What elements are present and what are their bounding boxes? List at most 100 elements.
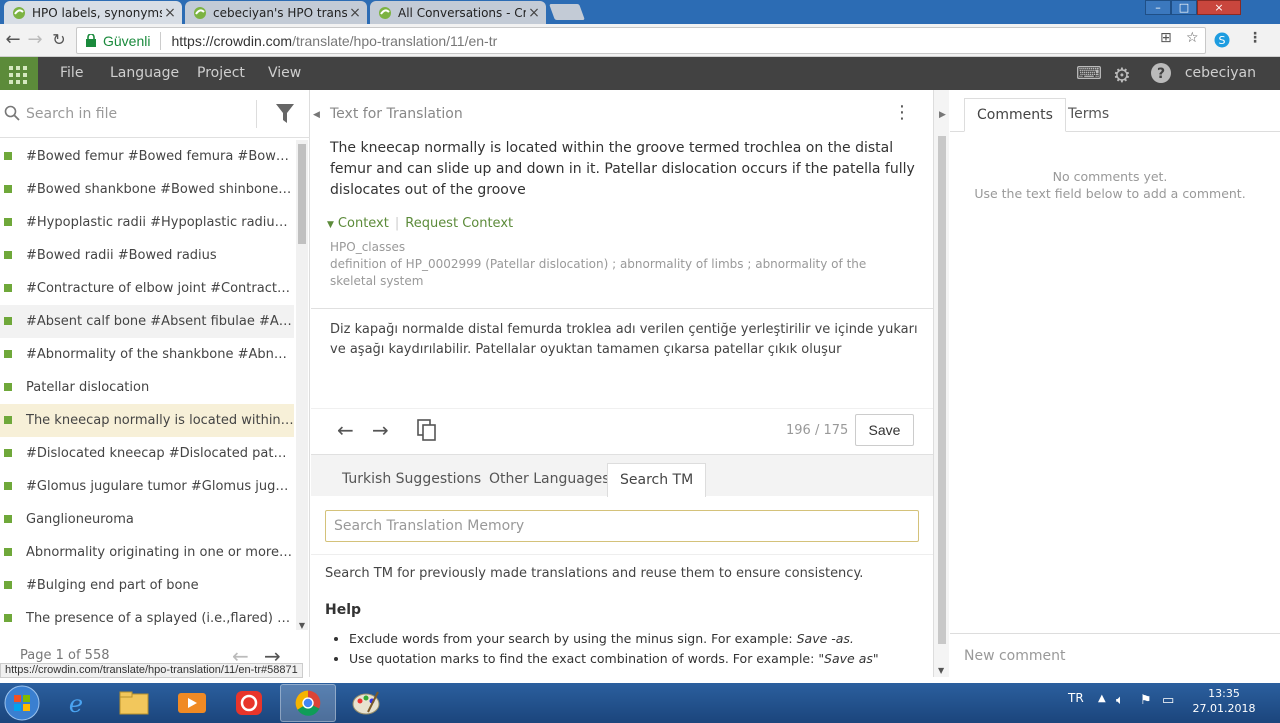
tab-terms[interactable]: Terms xyxy=(1056,98,1121,132)
menu-file[interactable]: File xyxy=(60,65,83,81)
help-icon[interactable]: ? xyxy=(1150,62,1172,89)
strings-scrollbar[interactable]: ▼ xyxy=(296,140,308,630)
string-list-item[interactable]: #Bowed femur #Bowed femura #Bowed fe... xyxy=(0,140,294,173)
source-text: The kneecap normally is located within t… xyxy=(330,140,915,198)
user-name[interactable]: cebeciyan xyxy=(1185,65,1256,81)
browser-menu-icon[interactable]: ⋮ xyxy=(1248,30,1262,46)
apps-grid-icon[interactable] xyxy=(0,57,38,90)
new-comment-input[interactable]: New comment xyxy=(950,633,1280,677)
new-tab-button[interactable] xyxy=(549,4,585,20)
string-list-item[interactable]: #Bowed shankbone #Bowed shinbone #Bo... xyxy=(0,173,294,206)
search-in-file-input[interactable]: Search in file xyxy=(26,106,117,122)
string-text: #Glomus jugulare tumor #Glomus jugulare.… xyxy=(26,479,294,494)
close-window-button[interactable]: × xyxy=(1197,0,1241,15)
menu-project[interactable]: Project xyxy=(197,65,245,81)
close-tab-icon[interactable]: × xyxy=(347,5,363,21)
tm-area: Turkish Suggestions Other Languages Sear… xyxy=(311,454,933,677)
browser-tab-hpo-labels[interactable]: HPO labels, synonyms, a × xyxy=(4,1,182,24)
reload-icon[interactable]: ↻ xyxy=(48,30,70,50)
save-button[interactable]: Save xyxy=(855,414,914,446)
string-list-item[interactable]: The kneecap normally is located within t… xyxy=(0,404,294,437)
previous-string-arrow-icon[interactable]: ← xyxy=(337,418,354,442)
paint-icon[interactable] xyxy=(338,684,394,722)
scroll-down-arrow-icon[interactable]: ▼ xyxy=(938,666,944,675)
copy-source-icon[interactable] xyxy=(417,419,437,446)
context-toggle[interactable]: Context xyxy=(338,216,389,231)
string-list-item[interactable]: #Hypoplastic radii #Hypoplastic radius #… xyxy=(0,206,294,239)
skype-extension-icon[interactable]: S xyxy=(1214,32,1230,48)
string-list-item[interactable]: The presence of a splayed (i.e.,flared) … xyxy=(0,602,294,635)
translation-textarea[interactable]: Diz kapağı normalde distal femurda trokl… xyxy=(330,320,920,360)
tab-other-languages[interactable]: Other Languages xyxy=(477,463,622,497)
crowdin-favicon-icon xyxy=(379,6,391,19)
lock-icon xyxy=(86,34,96,47)
editor-panel: Text for Translation ⋮ The kneecap norma… xyxy=(311,90,933,677)
browser-tab-strip: HPO labels, synonyms, a × cebeciyan's HP… xyxy=(0,0,1280,24)
keyboard-icon[interactable]: ⌨ xyxy=(1076,63,1102,84)
string-text: #Bowed femur #Bowed femura #Bowed fe... xyxy=(26,149,294,164)
scrollbar-thumb[interactable] xyxy=(938,136,946,644)
internet-explorer-icon[interactable]: e xyxy=(48,684,104,722)
more-options-icon[interactable]: ⋮ xyxy=(893,104,911,122)
string-list-item[interactable]: Abnormality originating in one or more m… xyxy=(0,536,294,569)
translated-status-icon xyxy=(4,581,12,589)
help-item-example: "Save as" xyxy=(818,651,879,666)
browser-tab-conversations[interactable]: All Conversations - Crow × xyxy=(370,1,546,24)
string-list-item[interactable]: Ganglioneuroma xyxy=(0,503,294,536)
menu-view[interactable]: View xyxy=(268,65,301,81)
windows-start-icon[interactable] xyxy=(2,683,46,723)
svg-text:?: ? xyxy=(1157,66,1165,82)
string-list-item[interactable]: #Glomus jugulare tumor #Glomus jugulare.… xyxy=(0,470,294,503)
editor-scrollbar[interactable]: ▶ ▼ xyxy=(933,90,949,677)
string-list-item[interactable]: #Dislocated kneecap #Dislocated patellae… xyxy=(0,437,294,470)
collapse-left-panel-icon[interactable]: ◀ xyxy=(313,110,320,120)
gear-icon[interactable]: ⚙ xyxy=(1113,63,1131,87)
close-tab-icon[interactable]: × xyxy=(162,5,178,21)
action-center-flag-icon[interactable]: ⚑ xyxy=(1140,693,1152,708)
request-context-link[interactable]: Request Context xyxy=(405,216,513,231)
volume-icon[interactable]: 🔈︎ xyxy=(1116,693,1124,708)
forward-arrow-icon[interactable]: → xyxy=(24,30,46,50)
string-list-item[interactable]: #Absent calf bone #Absent fibulae #Absen… xyxy=(0,305,294,338)
language-indicator[interactable]: TR xyxy=(1068,691,1084,705)
divider xyxy=(311,408,933,409)
help-item-example: Save -as. xyxy=(796,631,854,646)
messenger-app-icon[interactable] xyxy=(222,684,278,722)
next-string-arrow-icon[interactable]: → xyxy=(372,418,389,442)
media-player-icon[interactable] xyxy=(164,684,220,722)
tray-expand-icon[interactable]: ▲ xyxy=(1098,693,1106,704)
back-arrow-icon[interactable]: ← xyxy=(2,30,24,50)
address-bar[interactable]: Güvenli https://crowdin.com/translate/hp… xyxy=(76,27,1206,54)
caret-down-icon[interactable]: ▼ xyxy=(327,220,334,230)
tab-search-tm[interactable]: Search TM xyxy=(607,463,707,497)
svg-text:e: e xyxy=(69,690,83,718)
filter-icon[interactable] xyxy=(276,104,294,124)
maximize-window-button[interactable]: □ xyxy=(1171,0,1197,15)
string-list-item[interactable]: #Contracture of elbow joint #Contracture… xyxy=(0,272,294,305)
no-comments-message: No comments yet. Use the text field belo… xyxy=(950,168,1270,202)
translated-status-icon xyxy=(4,482,12,490)
minimize-window-button[interactable]: – xyxy=(1145,0,1171,15)
collapse-right-panel-icon[interactable]: ▶ xyxy=(939,110,946,120)
bookmark-star-icon[interactable]: ☆ xyxy=(1186,30,1199,46)
tab-comments[interactable]: Comments xyxy=(964,98,1066,132)
taskbar-clock[interactable]: 13:35 27.01.2018 xyxy=(1188,686,1260,716)
chrome-icon[interactable] xyxy=(280,684,336,722)
network-icon[interactable]: ▭ xyxy=(1162,693,1174,708)
tab-turkish-suggestions[interactable]: Turkish Suggestions xyxy=(330,463,493,497)
string-list-item[interactable]: #Abnormality of the shankbone #Abnorma..… xyxy=(0,338,294,371)
search-tm-input[interactable]: Search Translation Memory xyxy=(325,510,919,542)
translate-icon[interactable]: ⊞ xyxy=(1160,30,1172,46)
scrollbar-thumb[interactable] xyxy=(298,144,306,244)
help-item: Exclude words from your search by using … xyxy=(349,629,909,649)
scroll-down-arrow-icon[interactable]: ▼ xyxy=(296,621,308,630)
string-text: #Dislocated kneecap #Dislocated patellae… xyxy=(26,446,294,461)
string-list-item[interactable]: Patellar dislocation xyxy=(0,371,294,404)
file-explorer-icon[interactable] xyxy=(106,684,162,722)
string-list-item[interactable]: #Bowed radii #Bowed radius xyxy=(0,239,294,272)
browser-tab-cebeciyan[interactable]: cebeciyan's HPO translat × xyxy=(185,1,367,24)
string-list-item[interactable]: #Bulging end part of bone xyxy=(0,569,294,602)
menu-language[interactable]: Language xyxy=(110,65,179,81)
close-tab-icon[interactable]: × xyxy=(526,5,542,21)
translated-status-icon xyxy=(4,284,12,292)
